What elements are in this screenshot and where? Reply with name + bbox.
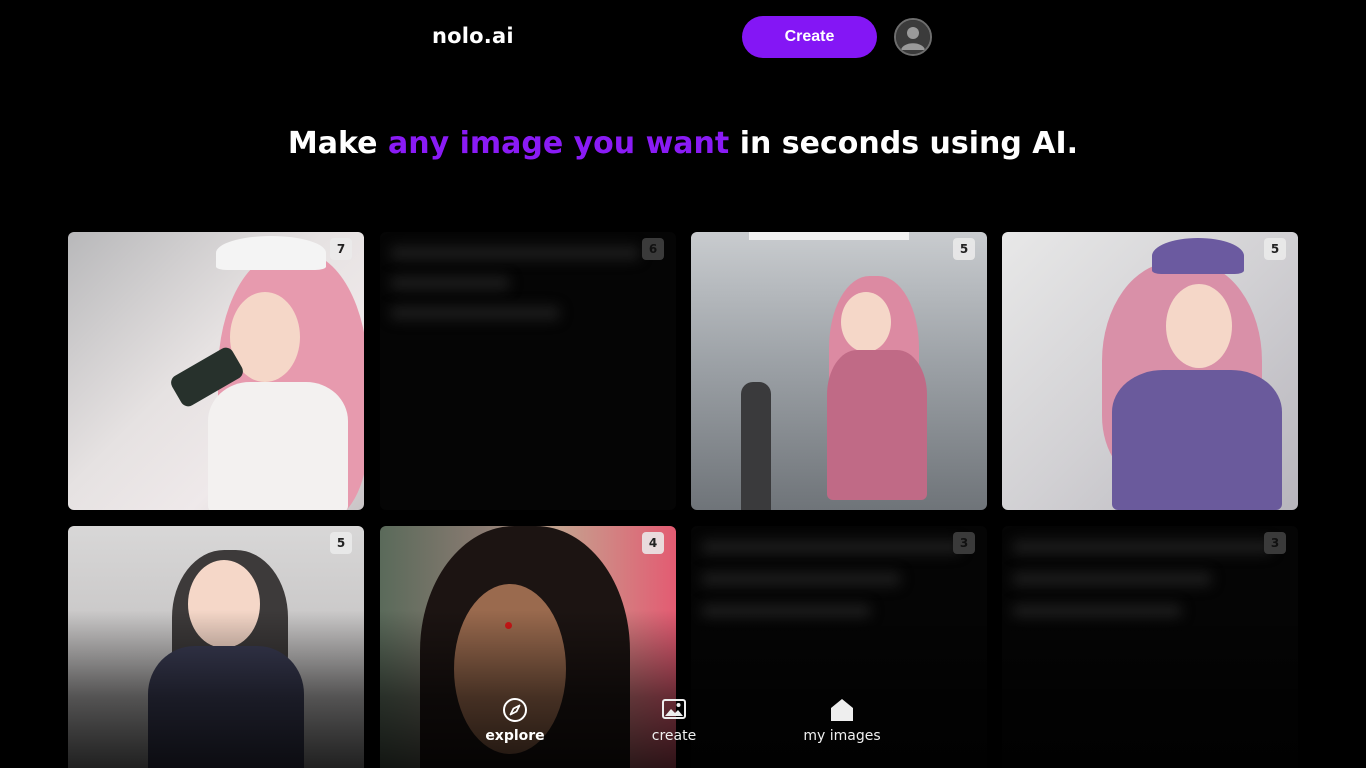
nurse-cap [1152, 238, 1244, 274]
like-count-badge: 5 [1264, 238, 1286, 260]
like-count-badge: 5 [953, 238, 975, 260]
nav-label: create [651, 728, 697, 744]
gallery-card[interactable]: 5 [68, 526, 364, 768]
nav-explore[interactable]: explore [465, 696, 565, 756]
bindi [505, 622, 512, 629]
user-icon [896, 20, 930, 54]
figure-face [841, 292, 891, 352]
like-count-badge: 3 [953, 532, 975, 554]
gallery-card[interactable]: 5 [691, 232, 987, 510]
blurred-content [1012, 604, 1182, 618]
like-count-badge: 6 [642, 238, 664, 260]
blurred-content [701, 572, 901, 586]
ceiling-light [749, 232, 909, 240]
headline-accent: any image you want [387, 126, 730, 161]
headline-after: in seconds using AI. [729, 126, 1079, 161]
compass-icon [503, 698, 527, 722]
figure-body [827, 350, 927, 500]
headline-before: Make [287, 126, 388, 161]
nurse-cap [216, 236, 326, 270]
blurred-content [701, 540, 961, 554]
like-count-badge: 7 [330, 238, 352, 260]
avatar[interactable] [894, 18, 932, 56]
gallery-card-blurred[interactable]: 3 [1002, 526, 1298, 768]
blurred-content [390, 246, 640, 260]
blurred-content [701, 604, 871, 618]
figure-body [148, 646, 304, 768]
figure-face [188, 560, 260, 648]
figure-face [1166, 284, 1232, 368]
nav-label: my images [803, 728, 881, 744]
like-count-badge: 3 [1264, 532, 1286, 554]
figure-body [208, 382, 348, 510]
hero-headline: Make any image you want in seconds using… [0, 126, 1366, 162]
image-icon [662, 699, 686, 719]
blurred-content [1012, 572, 1212, 586]
nav-label: explore [485, 728, 545, 744]
create-button[interactable]: Create [742, 16, 877, 58]
logo[interactable]: nolo.ai [432, 24, 514, 48]
like-count-badge: 5 [330, 532, 352, 554]
gallery-card-blurred[interactable]: 6 [380, 232, 676, 510]
background-person [741, 382, 771, 510]
blurred-content [1012, 540, 1272, 554]
blurred-content [390, 276, 510, 290]
gallery-card[interactable]: 7 [68, 232, 364, 510]
page: nolo.ai Create Make any image you want i… [0, 0, 1366, 768]
blurred-content [390, 306, 560, 320]
home-icon [831, 699, 853, 721]
nav-my-images[interactable]: my images [792, 696, 892, 756]
gallery-card[interactable]: 5 [1002, 232, 1298, 510]
nav-create[interactable]: create [624, 696, 724, 756]
figure-body [1112, 370, 1282, 510]
like-count-badge: 4 [642, 532, 664, 554]
